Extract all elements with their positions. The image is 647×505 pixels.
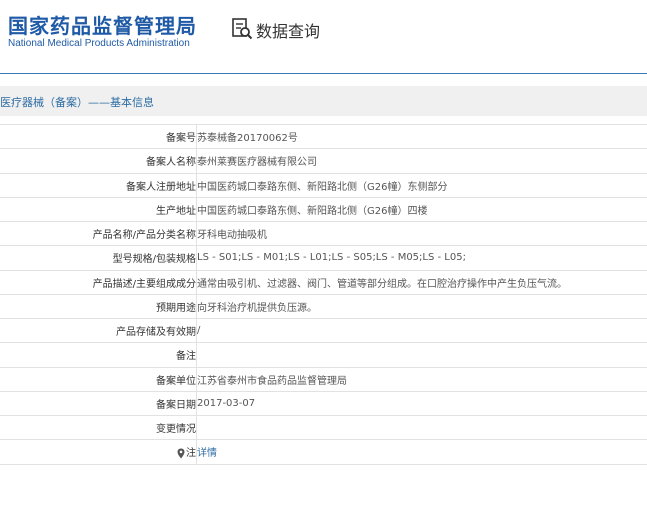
field-value-cell: 中国医药城口泰路东侧、新阳路北侧（G26幢）四楼 [196,197,647,223]
site-header: 国家药品监督管理局 National Medical Products Admi… [0,0,647,74]
table-row: 备案人名称 泰州莱赛医疗器械有限公司 [0,148,647,174]
table-row: 预期用途 向牙科治疗机提供负压源。 [0,294,647,320]
location-pin-icon [177,448,185,459]
table-row: 备案日期 2017-03-07 [0,391,647,417]
field-label: 产品描述/主要组成成分 [92,278,196,290]
field-label: 备注 [176,351,196,363]
field-value-cell: / [196,318,647,344]
field-value-cell: 泰州莱赛医疗器械有限公司 [196,148,647,174]
field-label: 备案人名称 [146,157,196,169]
field-value: 泰州莱赛医疗器械有限公司 [197,157,317,169]
table-row: 产品名称/产品分类名称 牙科电动抽吸机 [0,221,647,247]
field-label: 预期用途 [156,302,196,314]
field-label-cell: 备案人名称 [0,148,197,174]
table-row: 产品描述/主要组成成分 通常由吸引机、过滤器、阀门、管道等部分组成。在口腔治疗操作… [0,270,647,295]
field-label-cell: 备注 [0,342,197,368]
field-value-cell: 苏泰械备20170062号 [196,123,647,150]
table-row: 备注 [0,342,647,368]
field-label: 产品名称/产品分类名称 [92,230,196,242]
data-query-icon [232,18,253,40]
site-logo-en: National Medical Products Administration [8,38,190,49]
field-value-cell: 向牙科治疗机提供负压源。 [196,294,647,320]
breadcrumb: 医疗器械（备案）——基本信息 [0,96,154,109]
site-logo-cn[interactable]: 国家药品监督管理局 [8,10,197,39]
field-value-cell [196,415,647,441]
field-value-cell [196,342,647,368]
field-label: 备案单位 [156,375,196,387]
field-label: 备案日期 [156,399,196,411]
table-row: 备案单位 江苏省泰州市食品药品监督管理局 [0,367,647,392]
field-value-cell: 江苏省泰州市食品药品监督管理局 [196,367,647,392]
field-label-cell: 预期用途 [0,294,197,320]
field-label-cell: 变更情况 [0,415,197,441]
table-row: 产品存储及有效期 / [0,318,647,344]
field-label: 备案号 [166,133,196,145]
field-value: 中国医药城口泰路东侧、新阳路北侧（G26幢）四楼 [197,205,428,217]
field-label-cell: 备案单位 [0,367,197,392]
field-label: 注 [186,448,196,460]
data-query-title: 数据查询 [256,22,321,41]
table-row: 备案人注册地址 中国医药城口泰路东侧、新阳路北侧（G26幢）东侧部分 [0,173,647,198]
field-value-cell: 详情 [196,439,647,465]
table-row: 备案号 苏泰械备20170062号 [0,123,647,150]
field-value: LS - S01;LS - M01;LS - L01;LS - S05;LS -… [197,252,466,264]
field-value-cell: 2017-03-07 [196,391,647,417]
breadcrumb-bar: 医疗器械（备案）——基本信息 [0,86,647,116]
field-value: 通常由吸引机、过滤器、阀门、管道等部分组成。在口腔治疗操作中产生负压气流。 [197,278,567,290]
field-value: / [197,325,201,337]
field-label-cell: 注 [0,439,197,465]
field-value-cell: 中国医药城口泰路东侧、新阳路北侧（G26幢）东侧部分 [196,173,647,198]
field-label-cell: 备案日期 [0,391,197,417]
field-label-cell: 产品存储及有效期 [0,318,197,344]
table-row: 生产地址 中国医药城口泰路东侧、新阳路北侧（G26幢）四楼 [0,197,647,223]
field-label: 生产地址 [156,205,196,217]
field-label: 产品存储及有效期 [116,327,196,339]
field-value: 江苏省泰州市食品药品监督管理局 [197,375,347,387]
field-value: 中国医药城口泰路东侧、新阳路北侧（G26幢）东侧部分 [197,181,448,193]
field-label-cell: 产品名称/产品分类名称 [0,221,197,247]
field-value-cell: 牙科电动抽吸机 [196,221,647,247]
field-label-cell: 型号规格/包装规格 [0,245,197,271]
details-link[interactable]: 详情 [197,448,217,459]
record-detail-table: 备案号 苏泰械备20170062号 备案人名称 泰州莱赛医疗器械有限公司 备案人注册地址… [0,123,647,465]
field-label-cell: 备案号 [0,123,197,150]
table-row: 型号规格/包装规格 LS - S01;LS - M01;LS - L01;LS -… [0,245,647,271]
field-value: 牙科电动抽吸机 [197,230,267,242]
field-value: 苏泰械备20170062号 [197,133,298,145]
field-label: 型号规格/包装规格 [112,254,196,266]
field-label-cell: 产品描述/主要组成成分 [0,270,197,295]
field-value-cell: 通常由吸引机、过滤器、阀门、管道等部分组成。在口腔治疗操作中产生负压气流。 [196,270,647,295]
field-value: 向牙科治疗机提供负压源。 [197,302,317,314]
field-label: 备案人注册地址 [126,181,196,193]
table-row: 变更情况 [0,415,647,441]
field-value: 2017-03-07 [197,397,256,409]
field-label-cell: 备案人注册地址 [0,173,197,198]
field-label: 变更情况 [156,424,196,436]
field-label-cell: 生产地址 [0,197,197,223]
table-row: 注详情 [0,439,647,465]
field-value-cell: LS - S01;LS - M01;LS - L01;LS - S05;LS -… [196,245,647,271]
